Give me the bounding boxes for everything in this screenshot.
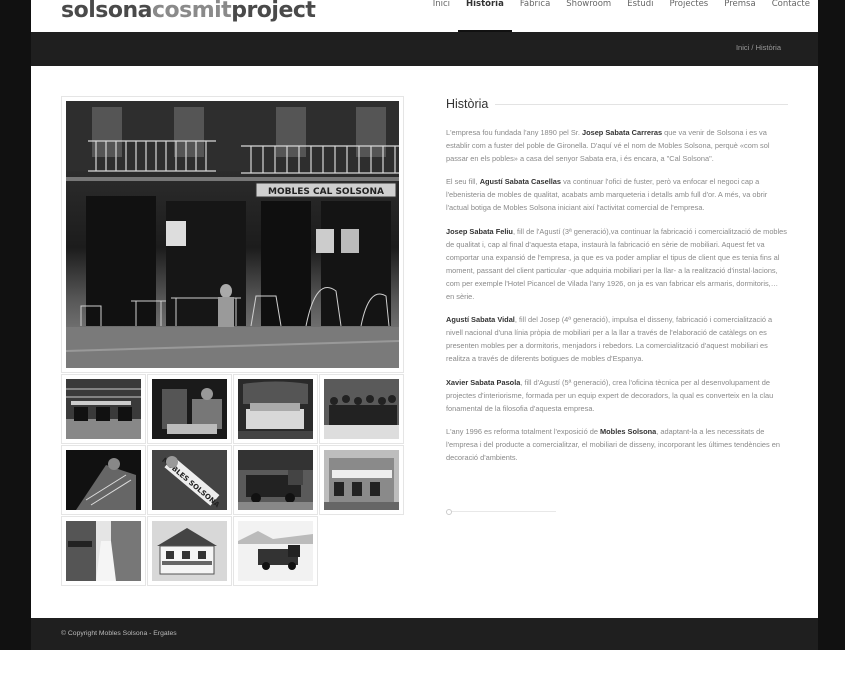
section-end-divider: [446, 509, 556, 515]
main-nav: Inici Història Fàbrica Showroom Estudi P…: [425, 0, 818, 32]
person-name: Xavier Sabata Pasola: [446, 377, 521, 387]
page: solsonacosmitproject Inici Història Fàbr…: [31, 0, 818, 650]
history-content: Història L'empresa fou fundada l'any 189…: [446, 96, 788, 515]
nav-premsa[interactable]: Premsa: [716, 0, 763, 32]
thumb-image-workshop: [152, 379, 227, 439]
nav-showroom[interactable]: Showroom: [558, 0, 619, 32]
thumb-image-street: [66, 521, 141, 581]
paragraph-text: L'any 1996 es reforma totalment l'exposi…: [446, 426, 601, 436]
history-paragraph-4: Agustí Sabata Vidal, fill del Josep (4ª …: [446, 313, 788, 365]
gallery-thumb-10[interactable]: [147, 516, 232, 586]
breadcrumb-current: Història: [755, 43, 781, 52]
main-photo-image: MOBLES CAL SOLSONA: [66, 101, 399, 368]
page-title: Història: [446, 96, 788, 112]
logo-part-cosmit: cosmit: [151, 0, 232, 23]
history-paragraph-6: L'any 1996 es reforma totalment l'exposi…: [446, 425, 788, 464]
gallery-thumb-3[interactable]: [233, 374, 318, 444]
nav-inici[interactable]: Inici: [425, 0, 458, 32]
page-title-text: Història: [446, 97, 489, 111]
breadcrumb-separator: /: [751, 43, 754, 52]
logo-part-project: project: [231, 0, 316, 23]
gallery-thumb-11[interactable]: [233, 516, 318, 586]
nav-estudi[interactable]: Estudi: [619, 0, 661, 32]
thumb-image-snow-truck: [238, 521, 313, 581]
paragraph-text: El seu fill,: [446, 177, 480, 187]
nav-historia[interactable]: Història: [457, 0, 512, 32]
nav-projectes[interactable]: Projectes: [662, 0, 717, 32]
nav-contacte[interactable]: Contacte: [764, 0, 818, 32]
left-frame: [0, 0, 31, 650]
history-paragraph-1: L'empresa fou fundada l'any 1890 pel Sr.…: [446, 126, 788, 165]
thumb-image-group: [324, 379, 399, 439]
person-name: Josep Sabata Feliu: [446, 226, 513, 236]
right-frame: [818, 0, 845, 650]
copyright-text: © Copyright Mobles Solsona - Ergates: [61, 630, 177, 637]
shop-front-photo: MOBLES CAL SOLSONA: [66, 101, 399, 368]
thumb-image-bedroom: [238, 379, 313, 439]
thumbnail-grid: MOBLES SOLSONA: [61, 374, 404, 586]
thumb-image-craftsman: [66, 450, 141, 510]
history-paragraph-5: Xavier Sabata Pasola, fill d'Agustí (5ª …: [446, 376, 788, 415]
gallery-thumb-9[interactable]: [61, 516, 146, 586]
thumb-image-building: [324, 450, 399, 510]
logo-part-solsona: solsona: [61, 0, 152, 23]
site-footer: © Copyright Mobles Solsona - Ergates: [31, 618, 818, 650]
gallery-thumb-7[interactable]: [233, 445, 318, 515]
gallery-thumb-5[interactable]: [61, 445, 146, 515]
gallery-thumb-4[interactable]: [319, 374, 404, 444]
paragraph-text: L'empresa fou fundada l'any 1890 pel Sr.: [446, 128, 582, 137]
history-paragraph-2: El seu fill, Agustí Sabata Casellas va c…: [446, 175, 788, 214]
shop-sign-text: MOBLES CAL SOLSONA: [268, 187, 384, 197]
thumb-image-truck: [238, 450, 313, 510]
title-bar: Inici / Història: [31, 32, 818, 66]
site-logo[interactable]: solsonacosmitproject: [61, 0, 316, 23]
gallery-thumb-8[interactable]: [319, 445, 404, 515]
gallery-thumb-6[interactable]: MOBLES SOLSONA: [147, 445, 232, 515]
person-name: Mobles Solsona: [600, 426, 657, 436]
person-name: Agustí Sabata Casellas: [479, 177, 562, 187]
gallery-thumb-1[interactable]: [61, 374, 146, 444]
history-paragraph-3: Josep Sabata Feliu, fill de l'Agustí (3ª…: [446, 225, 788, 304]
person-name: Agustí Sabata Vidal: [446, 315, 515, 325]
thumb-image-house: [152, 521, 227, 581]
main-photo[interactable]: MOBLES CAL SOLSONA: [61, 96, 404, 373]
breadcrumb: Inici / Història: [736, 43, 781, 52]
gallery-thumb-2[interactable]: [147, 374, 232, 444]
person-name: Josep Sabata Carreras: [581, 128, 663, 137]
breadcrumb-home[interactable]: Inici: [736, 43, 749, 52]
paragraph-text: , fill de l'Agustí (3ª generació),va con…: [446, 226, 787, 302]
thumb-image-shopfront: [66, 379, 141, 439]
thumb-image-sign: MOBLES SOLSONA: [152, 450, 227, 510]
nav-fabrica[interactable]: Fàbrica: [512, 0, 558, 32]
title-divider: [495, 103, 788, 105]
site-header: solsonacosmitproject Inici Història Fàbr…: [31, 0, 818, 32]
